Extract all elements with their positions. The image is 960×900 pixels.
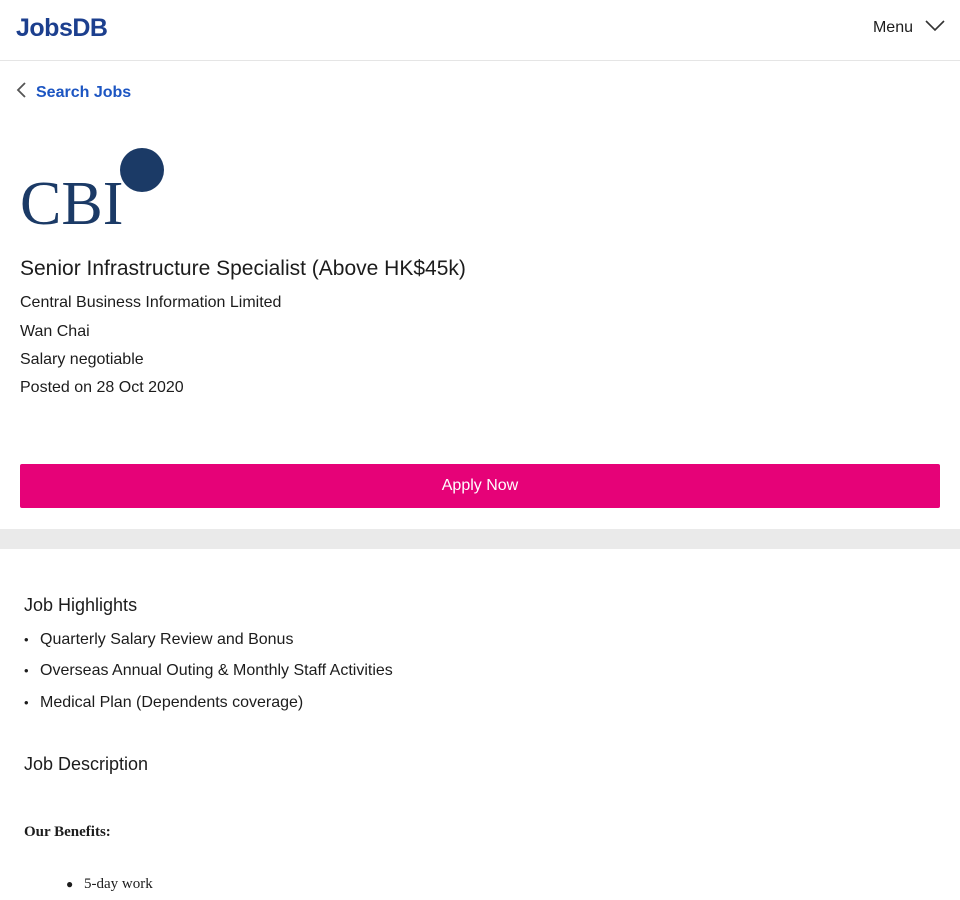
section-divider: [0, 529, 960, 549]
menu-button[interactable]: Menu: [873, 19, 945, 37]
back-label: Search Jobs: [36, 83, 132, 101]
posted-date: Posted on 28 Oct 2020: [20, 379, 184, 396]
chevron-left-icon: [16, 82, 28, 103]
top-bar: JobsDB Menu: [0, 0, 960, 61]
highlight-item: • Overseas Annual Outing & Monthly Staff …: [24, 662, 393, 679]
job-title: Senior Infrastructure Specialist (Above …: [20, 257, 466, 280]
highlight-item: • Quarterly Salary Review and Bonus: [24, 631, 294, 648]
bullet-icon: •: [24, 663, 29, 678]
job-salary: Salary negotiable: [20, 351, 144, 368]
menu-label: Menu: [872, 19, 913, 36]
benefits-heading: Our Benefits:: [24, 824, 111, 840]
job-highlights-heading: Job Highlights: [24, 595, 138, 615]
benefit-item: ● 5-day work: [66, 876, 153, 892]
bullet-icon: •: [24, 632, 29, 647]
chevron-down-icon: [925, 19, 945, 37]
svg-text:CBI: CBI: [20, 170, 123, 228]
company-logo: CBI: [20, 144, 170, 238]
company-name[interactable]: Central Business Information Limited: [20, 294, 281, 312]
job-description-heading: Job Description: [24, 754, 149, 774]
highlight-item: • Medical Plan (Dependents coverage): [24, 694, 304, 711]
back-to-search-link[interactable]: Search Jobs: [16, 82, 131, 103]
job-location: Wan Chai: [20, 323, 90, 340]
bullet-icon: •: [24, 695, 29, 710]
bullet-icon: ●: [66, 877, 74, 891]
apply-now-button[interactable]: Apply Now: [20, 464, 940, 508]
jobsdb-logo[interactable]: JobsDB: [16, 14, 108, 43]
